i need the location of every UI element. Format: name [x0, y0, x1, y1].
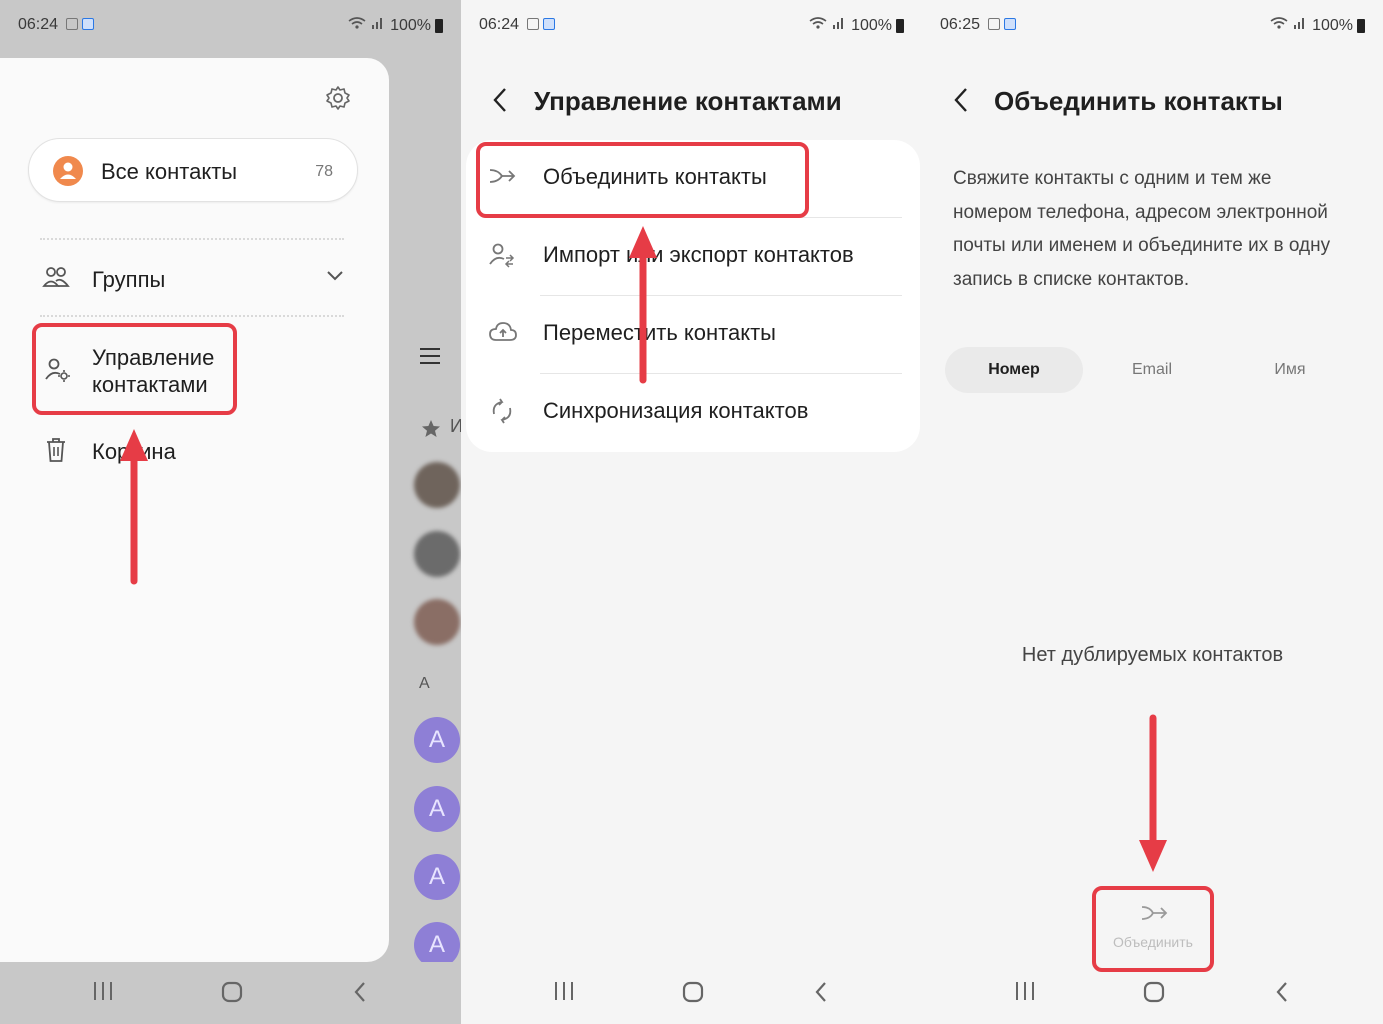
- recent-apps-icon[interactable]: [1014, 980, 1036, 1009]
- screenshot-icon: [66, 18, 78, 30]
- merge-button[interactable]: Объединить: [1100, 896, 1206, 962]
- cloud-upload-icon: [488, 320, 518, 349]
- menu-item-label: Объединить контакты: [543, 164, 767, 189]
- status-bar: 06:24 100%: [0, 0, 461, 52]
- chevron-down-icon[interactable]: [326, 268, 344, 287]
- wifi-signal-icon: [1270, 16, 1308, 35]
- system-nav-bar: [461, 962, 922, 1024]
- system-nav-bar: [922, 962, 1383, 1024]
- drawer-item-trash[interactable]: Корзина: [0, 434, 389, 470]
- manage-contacts-icon: [44, 356, 72, 389]
- back-nav-icon[interactable]: [1274, 980, 1290, 1011]
- hamburger-menu-icon[interactable]: [418, 346, 442, 371]
- merge-description: Свяжите контакты с одним и тем же номеро…: [953, 168, 1331, 290]
- wifi-signal-icon: [348, 16, 386, 35]
- recent-apps-icon[interactable]: [92, 980, 114, 1009]
- sync-icon: [488, 398, 516, 429]
- menu-item-label: Переместить контакты: [543, 320, 776, 345]
- merge-criteria-tabs: Номер Email Имя: [945, 347, 1359, 393]
- battery-icon: [1357, 18, 1365, 33]
- notification-icon: [1004, 18, 1016, 30]
- status-bar: 06:25 100%: [922, 0, 1383, 52]
- drawer-item-label: Корзина: [92, 439, 176, 464]
- merge-icon: [1140, 902, 1168, 929]
- screenshot-icon: [988, 18, 1000, 30]
- battery-percent: 100%: [1312, 16, 1353, 34]
- menu-item-label: Синхронизация контактов: [543, 398, 809, 423]
- trash-icon: [44, 436, 68, 469]
- recent-apps-icon[interactable]: [553, 980, 575, 1009]
- status-time: 06:24: [18, 16, 59, 33]
- settings-gear-icon[interactable]: [324, 84, 352, 112]
- back-nav-icon[interactable]: [352, 980, 368, 1011]
- contact-avatar[interactable]: A: [414, 717, 460, 763]
- home-icon[interactable]: [1142, 980, 1166, 1011]
- favorites-section-letter: И: [450, 416, 461, 436]
- tab-number[interactable]: Номер: [945, 347, 1083, 393]
- contact-avatar[interactable]: [414, 531, 460, 577]
- battery-percent: 100%: [390, 16, 431, 34]
- merge-button-label: Объединить: [1113, 934, 1193, 950]
- status-time: 06:24: [479, 16, 520, 33]
- menu-item-merge-contacts[interactable]: Объединить контакты: [466, 140, 920, 218]
- menu-item-label: Импорт или экспорт контактов: [543, 242, 854, 267]
- star-icon: [421, 419, 441, 444]
- empty-state-text: Нет дублируемых контактов: [1021, 644, 1284, 666]
- contact-avatar[interactable]: A: [414, 854, 460, 900]
- manage-options-card: Объединить контакты Импорт или экспорт к…: [466, 140, 920, 452]
- system-nav-bar: [0, 962, 461, 1024]
- merge-icon: [488, 164, 516, 193]
- drawer-item-label: Управление контактами: [92, 345, 215, 397]
- home-icon[interactable]: [681, 980, 705, 1011]
- contact-avatar[interactable]: A: [414, 786, 460, 832]
- divider: [40, 238, 344, 240]
- tab-email[interactable]: Email: [1083, 347, 1221, 393]
- back-arrow-icon[interactable]: [952, 86, 970, 119]
- back-nav-icon[interactable]: [813, 980, 829, 1011]
- page-title: Управление контактами: [534, 86, 842, 116]
- status-time: 06:25: [940, 16, 981, 33]
- screenshot-icon: [527, 18, 539, 30]
- home-icon[interactable]: [220, 980, 244, 1011]
- screen-contacts-drawer: 06:24 100% Все контакты 78 Группы Управл…: [0, 0, 461, 1024]
- section-letter: А: [419, 675, 430, 692]
- battery-icon: [896, 18, 904, 33]
- battery-icon: [435, 18, 443, 33]
- all-contacts-button[interactable]: Все контакты 78: [28, 138, 358, 202]
- divider: [40, 315, 344, 317]
- wifi-signal-icon: [809, 16, 847, 35]
- menu-item-move-contacts[interactable]: Переместить контакты: [466, 296, 920, 374]
- contacts-count: 78: [315, 163, 333, 180]
- menu-item-sync-contacts[interactable]: Синхронизация контактов: [466, 374, 920, 452]
- back-arrow-icon[interactable]: [491, 86, 509, 119]
- menu-item-import-export[interactable]: Импорт или экспорт контактов: [466, 218, 920, 296]
- drawer-item-manage-contacts[interactable]: Управление контактами: [0, 342, 389, 400]
- import-export-icon: [488, 242, 516, 273]
- screen-merge-contacts: 06:25 100% Объединить контакты: [922, 0, 1383, 1024]
- person-avatar-icon: [53, 156, 83, 186]
- contact-avatar[interactable]: [414, 462, 460, 508]
- tab-name[interactable]: Имя: [1221, 347, 1359, 393]
- notification-icon: [543, 18, 555, 30]
- battery-percent: 100%: [851, 16, 892, 34]
- notification-icon: [82, 18, 94, 30]
- contact-avatar[interactable]: [414, 599, 460, 645]
- drawer-item-label: Группы: [92, 267, 166, 292]
- group-icon: [42, 264, 70, 295]
- status-bar: 06:24 100%: [461, 0, 922, 52]
- page-title: Объединить контакты: [994, 86, 1283, 116]
- all-contacts-label: Все контакты: [101, 159, 238, 184]
